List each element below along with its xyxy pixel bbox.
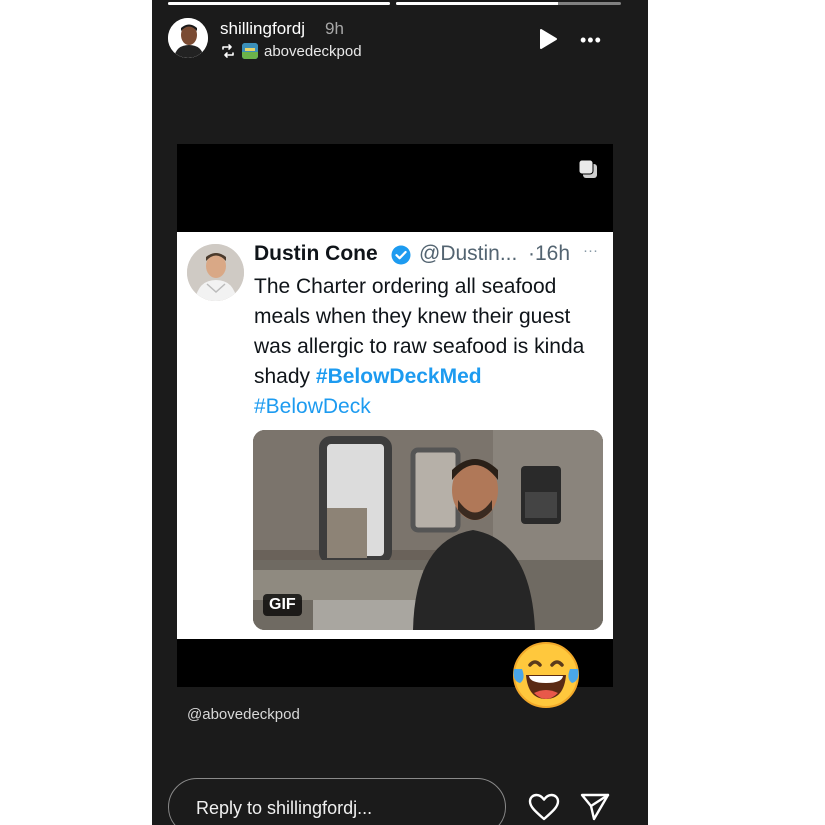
hashtag-belowdeckmed: #BelowDeckMed [315, 365, 482, 388]
verified-icon [391, 245, 411, 265]
more-icon[interactable]: ••• [580, 30, 602, 51]
source-account[interactable]: abovedeckpod [264, 43, 362, 60]
send-icon[interactable] [580, 793, 610, 821]
heart-icon[interactable] [528, 793, 560, 821]
post-time: 9h [325, 19, 344, 38]
copy-icon [578, 159, 597, 178]
gif-badge: GIF [263, 594, 302, 616]
story-viewer: shillingfordj 9h abovedeckpod ••• Dustin… [152, 0, 648, 825]
tweet-more-icon: ··· [583, 242, 598, 259]
laughing-emoji-sticker [510, 639, 582, 711]
repost-icon [222, 44, 234, 58]
mention-tag[interactable]: @abovedeckpod [187, 706, 300, 723]
gif-media: GIF [253, 430, 603, 630]
reply-placeholder: Reply to shillingfordj... [196, 798, 373, 818]
progress-segment-1 [168, 2, 390, 5]
play-icon[interactable] [538, 28, 558, 50]
tweet-author-name: Dustin Cone [254, 242, 378, 265]
tweet-author-handle: @Dustin... [419, 242, 518, 265]
tweet-card: Dustin Cone @Dustin... ·16h ··· The Char… [177, 232, 613, 639]
hashtag-belowdeck: #BelowDeck [254, 395, 371, 418]
user-avatar[interactable] [168, 18, 208, 58]
username[interactable]: shillingfordj [220, 19, 305, 39]
shared-post-media: Dustin Cone @Dustin... ·16h ··· The Char… [177, 144, 613, 687]
tweet-text: The Charter ordering all seafood meals w… [254, 272, 604, 422]
progress-segment-2 [396, 2, 621, 5]
progress-fill-1 [168, 2, 390, 5]
source-avatar[interactable] [242, 43, 258, 59]
progress-fill-2 [396, 2, 558, 5]
reply-input[interactable]: Reply to shillingfordj... [168, 778, 506, 825]
tweet-time: ·16h [528, 242, 571, 265]
tweet-author-avatar [187, 244, 244, 301]
